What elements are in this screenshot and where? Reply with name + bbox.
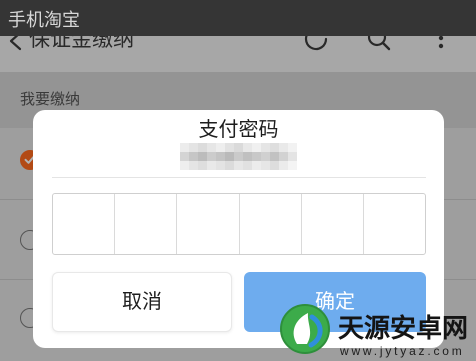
mosaic-block <box>252 152 261 161</box>
mosaic-block <box>180 161 189 170</box>
dialog-title: 支付密码 <box>198 119 279 141</box>
confirm-button[interactable]: 确定 <box>244 272 426 332</box>
mosaic-block <box>288 152 297 161</box>
mosaic-block <box>261 143 270 152</box>
mosaic-block <box>261 161 270 170</box>
mosaic-block <box>270 143 279 152</box>
mosaic-block <box>216 143 225 152</box>
mosaic-block <box>252 161 261 170</box>
mosaic-block <box>261 152 270 161</box>
mosaic-block <box>207 152 216 161</box>
mosaic-block <box>198 161 207 170</box>
mosaic-block <box>198 143 207 152</box>
password-cell[interactable] <box>53 194 116 254</box>
window-title-bar: 手机淘宝 <box>0 0 476 36</box>
mosaic-block <box>234 152 243 161</box>
mosaic-block <box>270 161 279 170</box>
mosaic-block <box>243 161 252 170</box>
payment-password-dialog: 支付密码 取消 确定 <box>33 110 444 348</box>
password-cell[interactable] <box>302 194 364 254</box>
password-cell[interactable] <box>240 194 302 254</box>
mosaic-block <box>234 161 243 170</box>
mosaic-block <box>243 143 252 152</box>
mosaic-block <box>279 143 288 152</box>
divider <box>52 177 426 178</box>
mosaic-block <box>180 143 189 152</box>
mosaic-block <box>279 152 288 161</box>
mosaic-block <box>270 152 279 161</box>
mosaic-block <box>288 161 297 170</box>
mosaic-block <box>243 152 252 161</box>
password-cell[interactable] <box>177 194 240 254</box>
mosaic-block <box>189 143 198 152</box>
mosaic-block <box>216 152 225 161</box>
cancel-button[interactable]: 取消 <box>52 272 232 332</box>
mosaic-block <box>189 161 198 170</box>
mosaic-block <box>180 152 189 161</box>
mosaic-block <box>225 161 234 170</box>
password-cell[interactable] <box>364 194 425 254</box>
password-cell[interactable] <box>115 194 178 254</box>
mosaic-block <box>207 161 216 170</box>
mosaic-block <box>225 143 234 152</box>
mosaic-block <box>189 152 198 161</box>
mosaic-block <box>252 143 261 152</box>
mosaic-block <box>216 161 225 170</box>
mosaic-block <box>225 152 234 161</box>
blurred-amount <box>180 143 297 170</box>
mosaic-block <box>279 161 288 170</box>
mosaic-block <box>198 152 207 161</box>
window-title: 手机淘宝 <box>8 10 80 30</box>
mosaic-block <box>207 143 216 152</box>
mosaic-block <box>288 143 297 152</box>
phone-screen: 保证金缴纳 我要缴纳 手机淘宝 支付密码 取消 确定 天源安卓网 www.jyt… <box>0 0 476 361</box>
password-input[interactable] <box>52 193 426 255</box>
mosaic-block <box>234 143 243 152</box>
